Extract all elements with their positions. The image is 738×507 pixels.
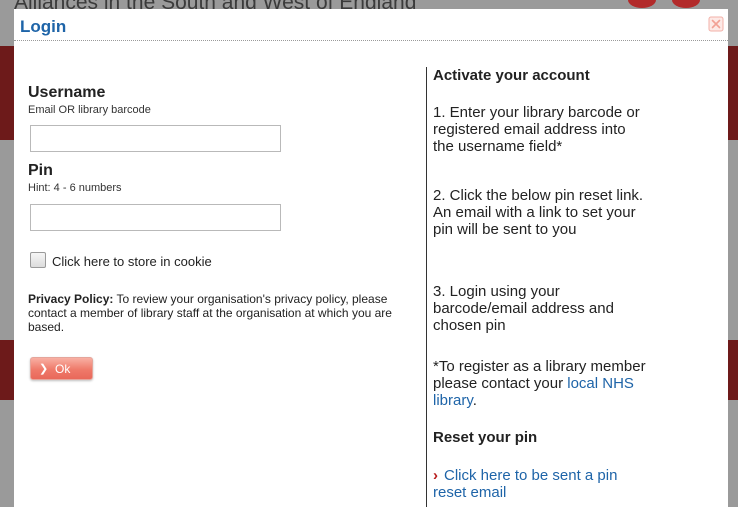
privacy-policy-title: Privacy Policy: <box>28 292 114 306</box>
register-end: . <box>472 392 477 409</box>
login-dialog: Login Username Email OR library barcode … <box>14 9 728 507</box>
ok-button[interactable]: ❯ Ok <box>30 357 93 380</box>
pin-label: Pin <box>28 162 53 179</box>
ok-button-label: Ok <box>55 362 71 376</box>
reset-pin-heading: Reset your pin <box>433 429 538 446</box>
close-icon[interactable] <box>708 16 724 32</box>
privacy-policy: Privacy Policy: To review your organisat… <box>28 292 418 334</box>
background-strip <box>0 340 14 400</box>
activate-step-2: 2. Click the below pin reset link. An em… <box>433 187 644 238</box>
username-hint: Email OR library barcode <box>28 104 151 116</box>
background-strip <box>728 46 738 140</box>
dialog-titlebar: Login <box>14 9 728 41</box>
username-input[interactable] <box>30 125 281 152</box>
dialog-title: Login <box>20 17 67 36</box>
username-label: Username <box>28 84 106 101</box>
background-strip <box>0 46 14 140</box>
store-cookie-checkbox[interactable] <box>30 252 46 268</box>
activate-step-1: 1. Enter your library barcode or registe… <box>433 104 640 155</box>
chevron-right-icon: ❯ <box>39 363 49 375</box>
pin-hint: Hint: 4 - 6 numbers <box>28 182 122 194</box>
activate-heading: Activate your account <box>433 67 590 84</box>
background-strip <box>728 340 738 400</box>
login-form: Username Email OR library barcode Pin Hi… <box>14 42 426 507</box>
reset-pin-link[interactable]: Click here to be sent a pin reset email <box>433 467 617 501</box>
pin-input[interactable] <box>30 204 281 231</box>
reset-pin-line: › Click here to be sent a pin reset email <box>433 467 648 501</box>
chevron-right-icon: › <box>433 467 438 484</box>
activate-step-3: 3. Login using your barcode/email addres… <box>433 283 614 334</box>
store-cookie-label[interactable]: Click here to store in cookie <box>52 254 212 269</box>
register-note: *To register as a library member please … <box>433 358 648 409</box>
help-panel: Activate your account 1. Enter your libr… <box>427 42 728 507</box>
